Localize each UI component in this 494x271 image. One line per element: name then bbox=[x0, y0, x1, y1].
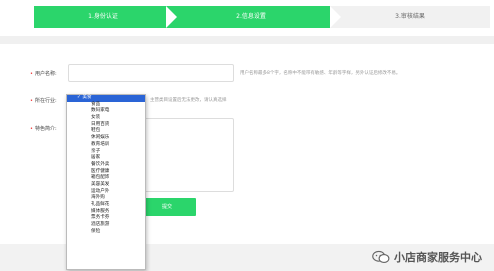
industry-option[interactable]: 美容美发 bbox=[67, 182, 145, 189]
industry-option[interactable]: 休闲娱乐 bbox=[67, 135, 145, 142]
industry-option[interactable]: 教育培训 bbox=[67, 142, 145, 149]
header-divider bbox=[0, 36, 494, 44]
wechat-bubble-icon bbox=[372, 250, 390, 263]
industry-option[interactable]: 保险 bbox=[67, 229, 145, 236]
industry-dropdown-list[interactable]: ✓ 美食 食品 数码家电 女装 日用百货 鞋包 休闲娱乐 教育培训 亲子 居家 餐饮外卖 医疗健康 箱包… bbox=[66, 94, 146, 270]
industry-option[interactable]: 运动户外 bbox=[67, 189, 145, 196]
industry-option[interactable]: 海外购 bbox=[67, 195, 145, 202]
industry-option[interactable]: 酒店旅游 bbox=[67, 222, 145, 229]
step-info-settings: 2.信息设置 bbox=[166, 6, 347, 28]
watermark-text: 小店商家服务中心 bbox=[394, 251, 482, 264]
industry-option-label: 美食 bbox=[82, 95, 92, 100]
name-label-text: 用户名称: bbox=[34, 71, 57, 77]
step-identity: 1.身份认证 bbox=[34, 6, 183, 28]
industry-option[interactable]: ✓ 美食 bbox=[67, 95, 145, 102]
industry-option[interactable]: 数码家电 bbox=[67, 108, 145, 115]
required-mark: • bbox=[30, 71, 33, 77]
name-hint: 用户名称最多8个字，名称中不能带有敏感、年龄等字样，另外认证后修改不易。 bbox=[240, 71, 401, 76]
industry-option[interactable]: 居家 bbox=[67, 155, 145, 162]
industry-option[interactable]: 箱包配饰 bbox=[67, 175, 145, 182]
required-mark: • bbox=[30, 98, 33, 104]
intro-label: • 特色简介: bbox=[30, 125, 57, 132]
name-input[interactable] bbox=[68, 64, 234, 82]
watermark: 小店商家服务中心 bbox=[372, 248, 482, 266]
page: 1.身份认证 2.信息设置 3.审核结果 • 用户名称: 用户名称最多8个字，名称… bbox=[0, 0, 494, 271]
industry-option[interactable]: 餐饮外卖 bbox=[67, 162, 145, 169]
step-progress-bar: 1.身份认证 2.信息设置 3.审核结果 bbox=[0, 0, 494, 28]
industry-option[interactable]: 礼品鲜花 bbox=[67, 202, 145, 209]
industry-label: • 所在行业: bbox=[30, 97, 57, 104]
submit-button[interactable]: 提交 bbox=[138, 198, 196, 216]
industry-option[interactable]: 女装 bbox=[67, 115, 145, 122]
industry-label-text: 所在行业: bbox=[34, 98, 57, 104]
name-label: • 用户名称: bbox=[30, 70, 57, 77]
industry-hint: 主营类目设置后无法更改，请认真选择 bbox=[150, 98, 227, 103]
required-mark: • bbox=[30, 126, 33, 132]
intro-label-text: 特色简介: bbox=[34, 126, 57, 132]
step-review-result: 3.审核结果 bbox=[330, 6, 490, 28]
industry-option[interactable]: 亲子 bbox=[67, 149, 145, 156]
industry-option[interactable]: 日用百货 bbox=[67, 122, 145, 129]
